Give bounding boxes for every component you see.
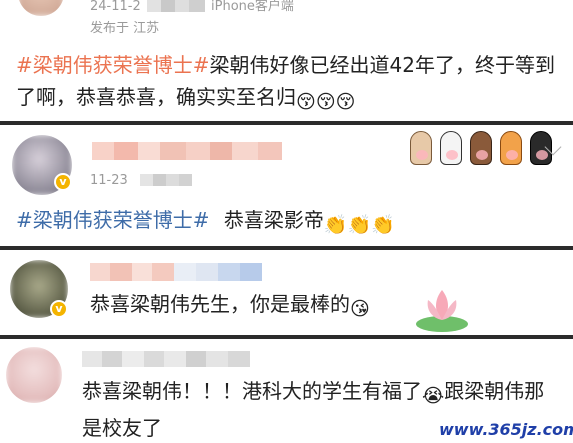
kiss-emoji: 😚 — [296, 91, 316, 113]
blurred-username — [82, 351, 250, 367]
paw-icon — [410, 131, 432, 165]
timestamp: 24-11-2 — [90, 0, 141, 14]
location-line: 发布于 江苏 — [90, 17, 159, 36]
clap-emoji: 👏 — [371, 214, 395, 236]
post-2: v 11-23 #梁朝伟获荣誉博士# 恭喜梁影帝👏👏👏 — [0, 125, 573, 247]
comment-text: 恭喜梁朝伟！！！港科大的学生有福了 — [82, 379, 422, 403]
paw-icon — [440, 131, 462, 165]
post-body: #梁朝伟获荣誉博士#梁朝伟好像已经出道42年了，终于等到了啊，恭喜恭喜，确实实至… — [16, 49, 561, 118]
blurred-mosaic — [146, 0, 205, 12]
post-meta-line: 24-11-2 iPhone客户端 — [90, 0, 294, 14]
kiss-emoji: 😘 — [350, 298, 370, 320]
blurred-username — [90, 263, 262, 281]
verified-badge: v — [54, 173, 72, 191]
comment-text: 恭喜梁朝伟先生，你是最棒的 — [90, 292, 350, 316]
verified-badge: v — [50, 300, 68, 318]
post-1: 24-11-2 iPhone客户端 发布于 江苏 #梁朝伟获荣誉博士#梁朝伟好像… — [0, 0, 573, 123]
location: 江苏 — [133, 21, 160, 36]
lotus-sticker — [416, 290, 468, 332]
comment-body: 恭喜梁朝伟先生，你是最棒的😘 — [90, 288, 410, 325]
avatar[interactable] — [6, 347, 62, 403]
clap-emoji: 👏 — [347, 214, 372, 236]
hashtag-link[interactable]: #梁朝伟获荣誉博士# — [16, 208, 210, 232]
client-name: iPhone客户端 — [211, 0, 294, 14]
post-meta-line: 11-23 — [90, 173, 128, 188]
kiss-emoji: 😚 — [335, 91, 356, 113]
paw-icon — [470, 131, 492, 165]
comment-1: v 恭喜梁朝伟先生，你是最棒的😘 — [0, 250, 573, 336]
crying-emoji: 😭 — [422, 385, 445, 407]
blurred-mosaic — [140, 174, 192, 186]
clap-emoji: 👏 — [323, 214, 348, 236]
kiss-emoji: 😚 — [315, 91, 336, 113]
location-label: 发布于 — [90, 21, 130, 36]
post-text: 恭喜梁影帝 — [223, 208, 324, 232]
post-body: #梁朝伟获荣誉博士# 恭喜梁影帝👏👏👏 — [16, 204, 561, 241]
avatar[interactable] — [18, 0, 64, 16]
timestamp: 11-23 — [90, 173, 128, 188]
hashtag-link[interactable]: #梁朝伟获荣誉博士# — [16, 53, 210, 77]
site-watermark: www.365jz.com — [433, 417, 573, 443]
blurred-username — [92, 142, 282, 160]
cat-paws-sticker — [410, 131, 552, 165]
paw-icon — [500, 131, 522, 165]
